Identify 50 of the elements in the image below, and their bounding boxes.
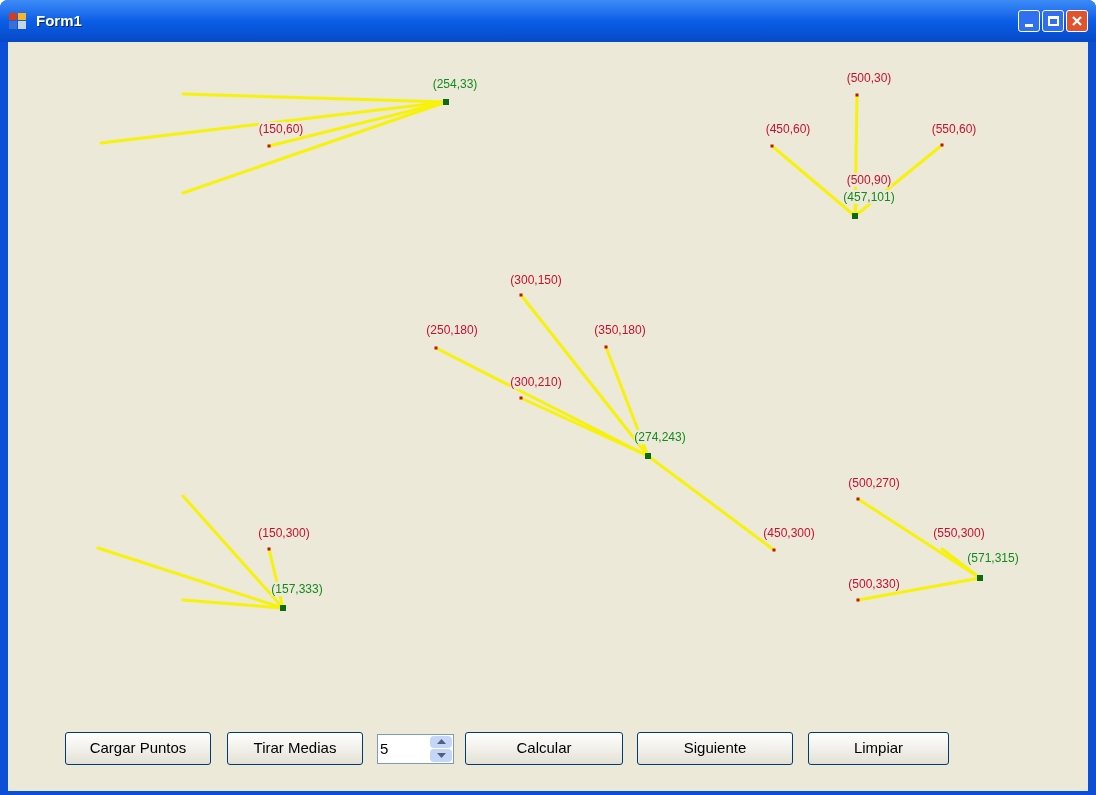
data-point xyxy=(519,396,523,400)
point-label: (500,30) xyxy=(846,71,892,85)
data-point xyxy=(519,293,523,297)
point-label: (550,300) xyxy=(933,526,985,540)
data-point xyxy=(434,346,438,350)
command-button[interactable]: Tirar Medias xyxy=(227,732,363,765)
point-label: (250,180) xyxy=(426,323,478,337)
centroid-label: (457,101) xyxy=(843,190,895,204)
point-label: (150,300) xyxy=(258,526,310,540)
point-label: (300,210) xyxy=(510,375,562,389)
close-icon xyxy=(1071,15,1083,27)
centroid-marker xyxy=(852,213,858,219)
centroid-marker xyxy=(977,575,983,581)
centroid-label: (571,315) xyxy=(967,551,1019,565)
spin-down-icon[interactable] xyxy=(430,749,452,762)
command-button[interactable]: Limpiar xyxy=(808,732,949,765)
command-button[interactable]: Siguiente xyxy=(637,732,793,765)
point-label: (300,150) xyxy=(510,273,562,287)
centroid-label: (157,333) xyxy=(271,582,323,596)
maximize-button[interactable] xyxy=(1042,10,1064,32)
data-point xyxy=(267,144,271,148)
centroid-marker xyxy=(443,99,449,105)
command-button[interactable]: Cargar Puntos xyxy=(65,732,211,765)
data-point xyxy=(856,497,860,501)
command-button[interactable]: Calcular xyxy=(465,732,623,765)
window-title: Form1 xyxy=(36,10,82,31)
data-point xyxy=(855,93,859,97)
point-label: (550,60) xyxy=(931,122,977,136)
point-label: (450,300) xyxy=(763,526,815,540)
point-label: (450,60) xyxy=(765,122,811,136)
centroid-marker xyxy=(645,453,651,459)
data-point xyxy=(770,144,774,148)
maximize-icon xyxy=(1047,16,1059,26)
minimize-icon xyxy=(1025,24,1033,27)
close-button[interactable] xyxy=(1066,10,1088,32)
data-point xyxy=(604,345,608,349)
centroid-marker xyxy=(280,605,286,611)
point-label: (500,90) xyxy=(846,173,892,187)
data-point xyxy=(772,548,776,552)
point-label: (350,180) xyxy=(594,323,646,337)
centroid-label: (254,33) xyxy=(432,77,478,91)
data-point xyxy=(940,143,944,147)
app-icon xyxy=(8,12,28,30)
minimize-button[interactable] xyxy=(1018,10,1040,32)
data-point xyxy=(856,598,860,602)
point-label: (500,270) xyxy=(848,476,900,490)
data-point xyxy=(267,547,271,551)
point-label: (150,60) xyxy=(258,122,304,136)
point-label: (500,330) xyxy=(848,577,900,591)
centroid-label: (274,243) xyxy=(634,430,686,444)
